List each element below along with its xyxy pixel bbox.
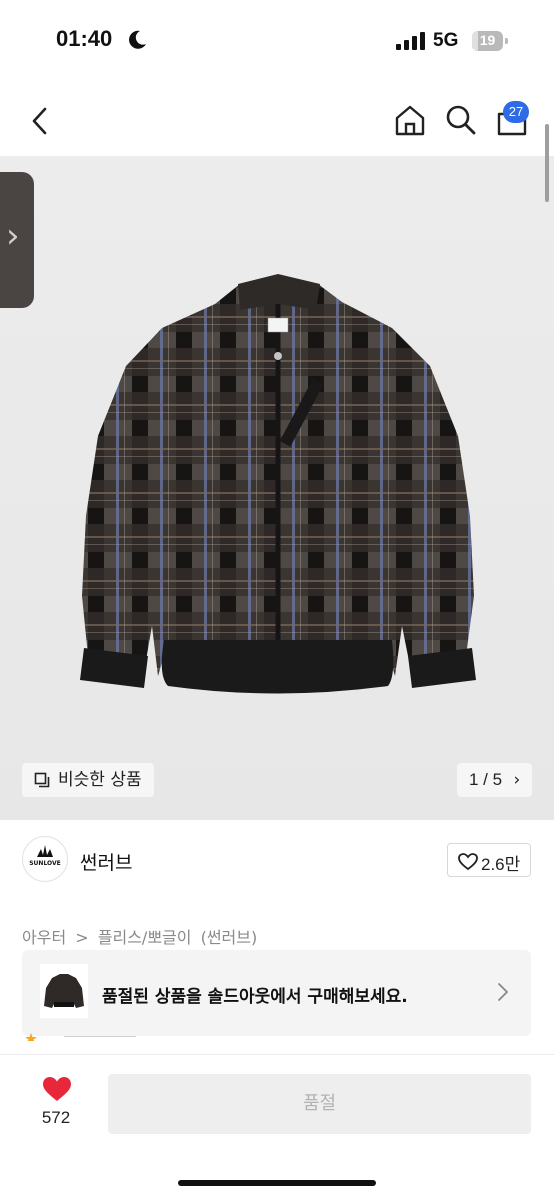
- buy-button[interactable]: 품절: [108, 1074, 531, 1134]
- chevron-right-icon: [498, 983, 508, 1001]
- soldout-banner[interactable]: 품절된 상품을 솔드아웃에서 구매해보세요.: [22, 950, 531, 1036]
- product-image: [80, 274, 476, 694]
- similar-products-label: 비슷한 상품: [58, 770, 142, 790]
- image-counter[interactable]: 1 / 5 ›: [457, 763, 533, 797]
- home-indicator: [178, 1180, 376, 1186]
- search-icon[interactable]: [445, 104, 477, 136]
- battery-icon: 19: [472, 31, 508, 51]
- side-tab-arrow: ›: [6, 216, 20, 256]
- breadcrumb-item[interactable]: (썬러브): [201, 928, 258, 947]
- moon-icon: [129, 30, 146, 49]
- chevron-right-icon: ›: [513, 770, 521, 790]
- similar-icon: [34, 772, 50, 788]
- similar-products-button[interactable]: 비슷한 상품: [22, 763, 154, 797]
- sunlove-logo: SUNLOVE: [29, 845, 61, 867]
- breadcrumb: 아우터 > 플리스/뽀글이 (썬러브): [22, 924, 261, 948]
- product-gallery[interactable]: [0, 156, 554, 820]
- rating-star-icon: [25, 1033, 37, 1041]
- brand-like-count: 2.6만: [481, 855, 521, 874]
- breadcrumb-item[interactable]: 아우터: [22, 928, 66, 947]
- scrollbar[interactable]: [545, 124, 549, 202]
- cart-count-badge: 27: [503, 101, 529, 123]
- breadcrumb-separator: >: [75, 928, 89, 947]
- soldout-banner-text: 품절된 상품을 솔드아웃에서 구매해보세요.: [102, 987, 408, 1007]
- status-bar: 01:40 5G 19: [0, 0, 554, 86]
- heart-filled-icon[interactable]: [42, 1076, 72, 1103]
- back-chevron-icon[interactable]: [28, 106, 52, 136]
- network-type: 5G: [433, 30, 459, 51]
- divider: [64, 1036, 136, 1037]
- svg-text:SUNLOVE: SUNLOVE: [29, 860, 61, 867]
- side-panel-tab[interactable]: ›: [0, 172, 34, 308]
- top-nav: [0, 86, 554, 156]
- brand-like-button[interactable]: 2.6만: [447, 843, 531, 877]
- wish-count: 572: [41, 1108, 71, 1127]
- battery-percent: 19: [479, 32, 496, 48]
- seller-name[interactable]: 썬러브: [80, 848, 132, 875]
- breadcrumb-item[interactable]: 플리스/뽀글이: [98, 928, 192, 947]
- banner-thumbnail: [40, 964, 88, 1018]
- seller-logo[interactable]: SUNLOVE: [22, 836, 68, 882]
- image-counter-text: 1 / 5: [469, 770, 503, 789]
- signal-icon: [396, 32, 425, 50]
- home-icon[interactable]: [394, 104, 426, 136]
- status-time: 01:40: [56, 26, 113, 51]
- heart-outline-icon: [458, 853, 478, 871]
